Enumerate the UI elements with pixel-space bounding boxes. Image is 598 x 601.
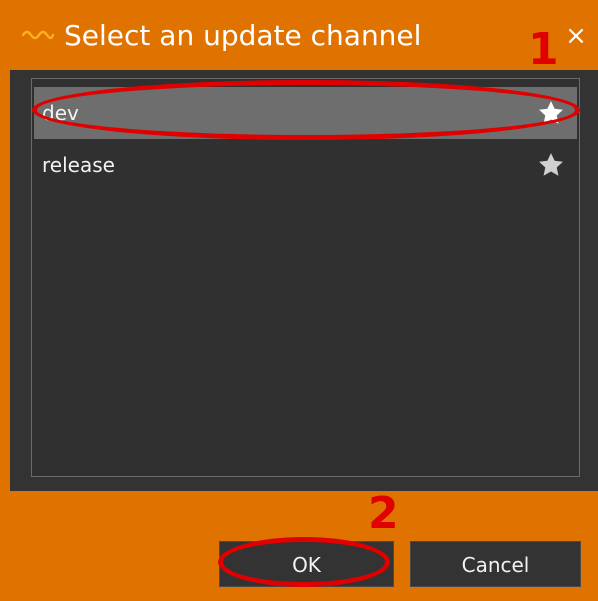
- channel-list: dev release: [31, 78, 580, 477]
- channel-item-label: dev: [42, 101, 79, 125]
- orange-wave-icon: [22, 30, 54, 40]
- close-icon[interactable]: ×: [560, 18, 592, 54]
- cancel-button[interactable]: Cancel: [410, 541, 581, 587]
- dialog-footer: OK Cancel: [0, 491, 598, 601]
- dialog-title: Select an update channel: [64, 19, 422, 52]
- channel-item-dev[interactable]: dev: [34, 87, 577, 139]
- channel-item-label: release: [42, 153, 115, 177]
- ok-button[interactable]: OK: [219, 541, 394, 587]
- dialog-titlebar: Select an update channel ×: [0, 0, 598, 70]
- update-channel-dialog: Select an update channel × dev release O…: [0, 0, 598, 601]
- channel-item-release[interactable]: release: [34, 139, 577, 191]
- star-icon[interactable]: [537, 151, 565, 179]
- star-icon[interactable]: [537, 99, 565, 127]
- dialog-body: dev release: [10, 70, 598, 491]
